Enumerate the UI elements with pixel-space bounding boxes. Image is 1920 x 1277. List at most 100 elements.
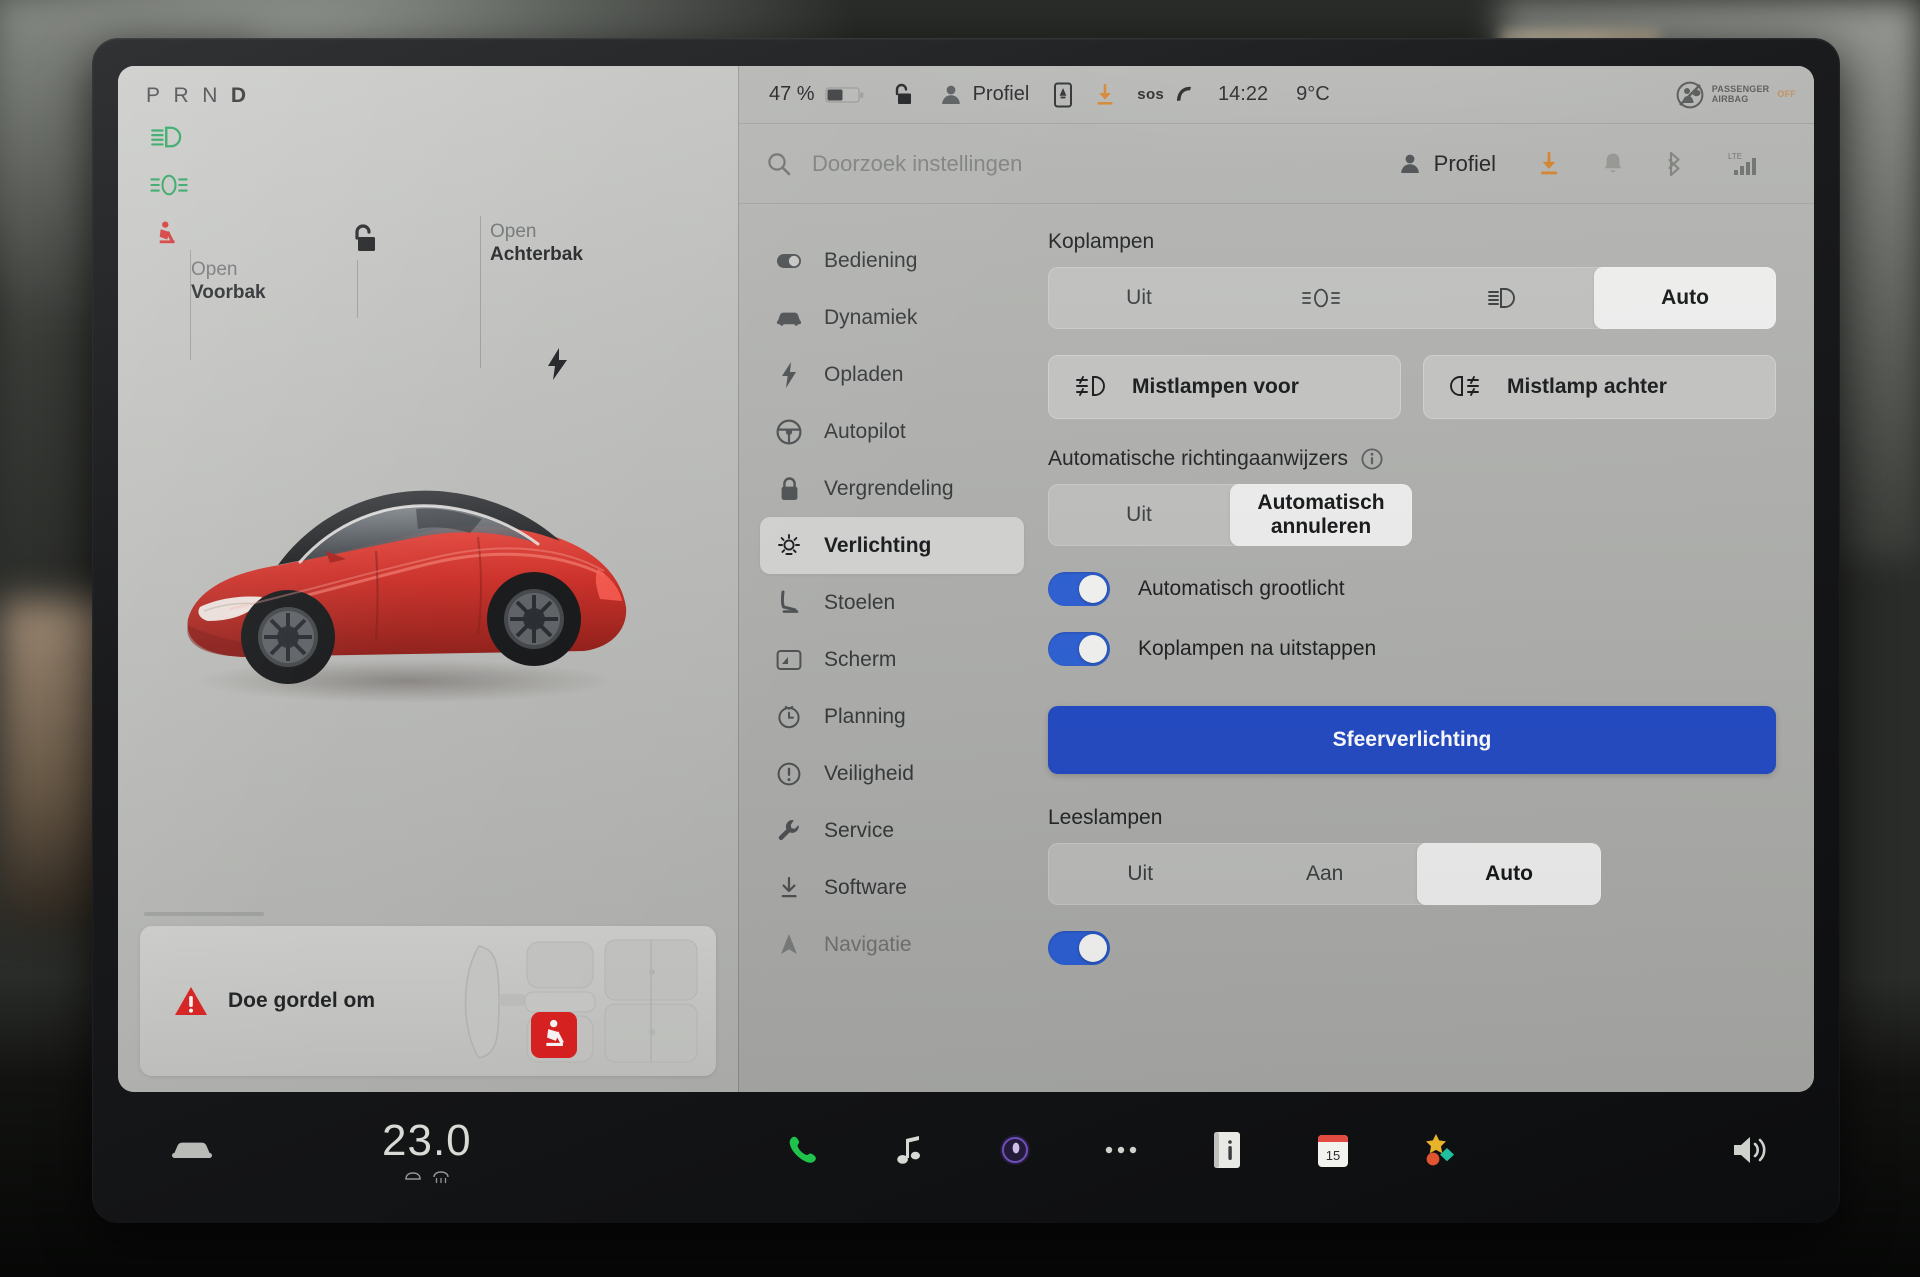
vehicle-lock-status[interactable]	[879, 82, 925, 108]
toybox-app-button[interactable]	[1415, 1126, 1463, 1174]
headlights-after-exit-row[interactable]: Koplampen na uitstappen	[1048, 632, 1776, 666]
sidebar-item-opladen[interactable]: Opladen	[760, 346, 1024, 403]
turn-signals-segmented-control: Uit Automatisch annuleren	[1048, 484, 1412, 546]
sidebar-item-vergrendeling[interactable]: Vergrendeling	[760, 460, 1024, 517]
voice-assistant-button[interactable]	[991, 1126, 1039, 1174]
person-icon	[1400, 154, 1419, 173]
voice-assistant-icon	[999, 1135, 1030, 1165]
reading-lights-title: Leeslampen	[1048, 806, 1163, 829]
calendar-icon: 15	[1317, 1135, 1348, 1167]
headlights-after-exit-label: Koplampen na uitstappen	[1138, 637, 1377, 660]
person-icon	[941, 85, 960, 104]
fog-lamp-buttons: Mistlampen voor Mistlamp achter	[1048, 355, 1776, 419]
callout-rear-trunk[interactable]: Open Achterbak	[490, 220, 583, 266]
svg-text:LTE: LTE	[1728, 152, 1742, 161]
settings-content: Bediening Dynamiek Opladen Autopilot Ver…	[738, 204, 1814, 1092]
headlights-option-parking[interactable]	[1230, 267, 1412, 329]
vehicle-render[interactable]	[170, 441, 640, 711]
sidebar-item-dynamiek[interactable]: Dynamiek	[760, 289, 1024, 346]
phone-connection[interactable]	[1043, 82, 1083, 108]
car-front-icon	[776, 305, 802, 331]
toolbar-software-update[interactable]	[1516, 150, 1582, 178]
toolbar-notifications[interactable]	[1582, 151, 1644, 177]
auto-high-beam-row[interactable]: Automatisch grootlicht	[1048, 572, 1776, 606]
rear-fog-lamp-button[interactable]: Mistlamp achter	[1423, 355, 1776, 419]
more-apps-button[interactable]	[1097, 1126, 1145, 1174]
reading-lights-option-auto[interactable]: Auto	[1416, 843, 1602, 905]
sidebar-item-service[interactable]: Service	[760, 802, 1024, 859]
toolbar-actions: Profiel LTE	[1378, 149, 1780, 179]
ambient-lighting-button[interactable]: Sfeerverlichting	[1048, 706, 1776, 774]
passenger-airbag-indicator: PASSENGER AIRBAG OFF	[1676, 81, 1796, 109]
calendar-app-button[interactable]: 15	[1309, 1126, 1357, 1174]
partial-toggle-switch[interactable]	[1048, 931, 1110, 965]
sidebar-item-bediening[interactable]: Bediening	[760, 232, 1024, 289]
info-app-button[interactable]	[1203, 1126, 1251, 1174]
sidebar-item-stoelen[interactable]: Stoelen	[760, 574, 1024, 631]
music-note-icon	[897, 1136, 920, 1164]
media-app-button[interactable]	[885, 1126, 933, 1174]
auto-high-beam-toggle[interactable]	[1048, 572, 1110, 606]
sidebar-item-scherm[interactable]: Scherm	[760, 631, 1024, 688]
battery-status[interactable]: 47 %	[755, 83, 879, 106]
unlock-icon[interactable]	[346, 222, 380, 263]
settings-panel: 47 % Profiel sos 14:22 9°C PASSENGER AIR…	[738, 66, 1814, 1092]
turn-signals-option-auto-cancel[interactable]: Automatisch annuleren	[1230, 484, 1412, 546]
turn-signals-option-uit[interactable]: Uit	[1048, 484, 1230, 546]
software-download-icon	[1097, 83, 1113, 105]
reading-lights-option-uit[interactable]: Uit	[1048, 843, 1232, 905]
headlights-option-uit[interactable]: Uit	[1048, 267, 1230, 329]
airbag-text: PASSENGER AIRBAG	[1712, 84, 1770, 104]
sidebar-item-planning[interactable]: Planning	[760, 688, 1024, 745]
screen-bezel: P R N D Open Voorbak Open Achterbak Doe …	[92, 38, 1840, 1223]
toolbar-profile[interactable]: Profiel	[1378, 151, 1516, 177]
sidebar-label: Bediening	[824, 248, 918, 272]
info-circle-icon[interactable]	[1360, 447, 1384, 471]
sidebar-item-veiligheid[interactable]: Veiligheid	[760, 745, 1024, 802]
sos-button[interactable]: sos	[1127, 84, 1204, 106]
toggle-switch-icon	[776, 248, 802, 274]
callout-front-trunk[interactable]: Open Voorbak	[191, 258, 266, 304]
headlights-option-auto[interactable]: Auto	[1594, 267, 1776, 329]
front-trunk-label: Voorbak	[191, 282, 266, 304]
sidebar-item-navigatie[interactable]: Navigatie	[760, 916, 1024, 973]
battery-icon	[825, 87, 864, 102]
seatbelt-alert-card[interactable]: Doe gordel om	[140, 926, 716, 1076]
front-fog-lamp-icon	[1076, 376, 1105, 396]
climate-mode-icons	[404, 1170, 450, 1184]
lighting-settings: Koplampen Uit Auto Mistlampen voor Mistl…	[1038, 204, 1814, 1092]
signal-bars-icon: LTE	[1728, 152, 1756, 175]
search-input[interactable]: Doorzoek instellingen	[766, 151, 1378, 177]
charge-port-bolt-icon[interactable]	[546, 348, 568, 385]
parking-lights-telltale-icon	[150, 174, 188, 196]
sidebar-item-autopilot[interactable]: Autopilot	[760, 403, 1024, 460]
front-fog-lamp-button[interactable]: Mistlampen voor	[1048, 355, 1401, 419]
clock[interactable]: 14:22	[1204, 83, 1282, 106]
headlights-after-exit-toggle[interactable]	[1048, 632, 1110, 666]
headlights-option-lowbeam[interactable]	[1412, 267, 1594, 329]
panel-scroll-indicator[interactable]	[144, 912, 264, 916]
settings-toolbar: Doorzoek instellingen Profiel LTE	[738, 124, 1814, 204]
reading-lights-option-aan[interactable]: Aan	[1232, 843, 1416, 905]
sidebar-item-verlichting[interactable]: Verlichting	[760, 517, 1024, 574]
low-beam-telltale-icon	[151, 126, 182, 148]
volume-button[interactable]	[1710, 1134, 1770, 1166]
defrost-icon	[433, 1171, 449, 1184]
vehicle-visualization: Open Voorbak Open Achterbak	[118, 216, 738, 786]
climate-temperature[interactable]: 23.0	[382, 1116, 472, 1184]
unlock-rule	[357, 260, 358, 318]
software-update-status[interactable]	[1083, 82, 1127, 108]
toolbar-signal[interactable]: LTE	[1704, 149, 1780, 179]
outside-temperature[interactable]: 9°C	[1282, 83, 1344, 106]
status-bar: 47 % Profiel sos 14:22 9°C PASSENGER AIR…	[738, 66, 1814, 124]
rear-trunk-sub: Open	[490, 221, 537, 242]
status-profile[interactable]: Profiel	[925, 83, 1044, 107]
steering-wheel-icon	[776, 419, 802, 445]
sidebar-item-software[interactable]: Software	[760, 859, 1024, 916]
phone-app-button[interactable]	[779, 1126, 827, 1174]
bottom-dock: 23.0 15	[118, 1092, 1814, 1208]
next-setting-partial-row[interactable]	[1048, 931, 1776, 965]
wrench-icon	[776, 818, 802, 844]
toolbar-bluetooth[interactable]	[1644, 150, 1704, 178]
dock-car-button[interactable]	[162, 1137, 222, 1163]
